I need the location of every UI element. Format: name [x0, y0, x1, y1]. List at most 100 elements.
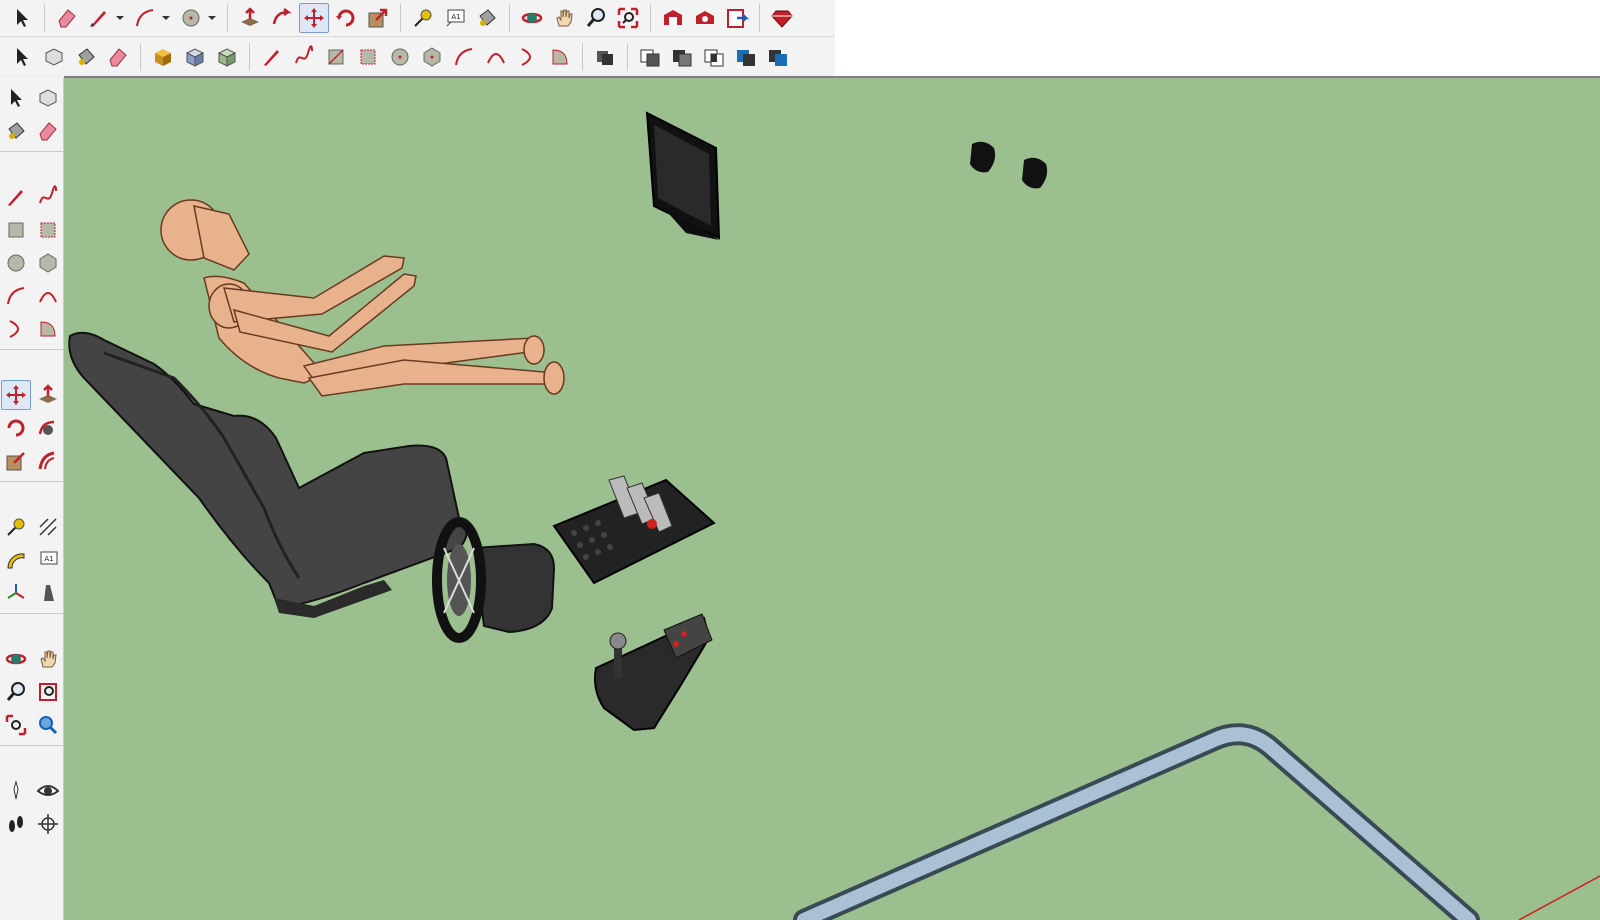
- rectangle-icon[interactable]: [321, 42, 351, 72]
- main-toolbar: A1: [0, 0, 835, 37]
- speaker-model: [970, 141, 1048, 189]
- three-point-arc-icon[interactable]: [1, 314, 31, 344]
- pencil-icon[interactable]: [84, 3, 114, 33]
- toolbar-separator: [627, 42, 628, 71]
- chevron-down-icon[interactable]: [207, 3, 217, 33]
- text-icon[interactable]: A1: [33, 545, 63, 575]
- pan-hand-icon[interactable]: [549, 3, 579, 33]
- xray-box-icon[interactable]: [212, 42, 242, 72]
- scale-icon[interactable]: [363, 3, 393, 33]
- subtract-icon[interactable]: [667, 42, 697, 72]
- text-tool-label: A1: [451, 13, 460, 21]
- freehand-icon[interactable]: [289, 42, 319, 72]
- dimension-icon[interactable]: [33, 512, 63, 542]
- rotated-rectangle-icon[interactable]: [33, 215, 63, 245]
- section-plane-icon[interactable]: [33, 578, 63, 608]
- follow-me-icon[interactable]: [33, 413, 63, 443]
- red-axis-line: [1518, 875, 1600, 920]
- offset-icon[interactable]: [33, 446, 63, 476]
- rotated-rectangle-icon[interactable]: [353, 42, 383, 72]
- secondary-toolbar: [0, 38, 835, 75]
- scale-icon[interactable]: [1, 446, 31, 476]
- ruby-gem-icon[interactable]: [767, 3, 797, 33]
- chevron-down-icon[interactable]: [161, 3, 171, 33]
- union-icon[interactable]: [635, 42, 665, 72]
- warehouse-icon[interactable]: [658, 3, 688, 33]
- move-icon[interactable]: [299, 3, 329, 33]
- orbit-icon[interactable]: [1, 644, 31, 674]
- crosshair-icon[interactable]: [33, 809, 63, 839]
- extension-warehouse-icon[interactable]: [690, 3, 720, 33]
- toolbar-separator: [140, 42, 141, 71]
- rotate-icon[interactable]: [1, 413, 31, 443]
- arc-icon[interactable]: [449, 42, 479, 72]
- shaded-box-icon[interactable]: [148, 42, 178, 72]
- push-pull-icon[interactable]: [33, 380, 63, 410]
- trim-icon[interactable]: [731, 42, 761, 72]
- pan-hand-icon[interactable]: [33, 644, 63, 674]
- push-pull-icon[interactable]: [235, 3, 265, 33]
- line-icon[interactable]: [257, 42, 287, 72]
- zoom-extents-icon[interactable]: [1, 710, 31, 740]
- intersect-icon[interactable]: [699, 42, 729, 72]
- textured-box-icon[interactable]: [180, 42, 210, 72]
- paint-bucket-icon[interactable]: [472, 3, 502, 33]
- move-icon[interactable]: [1, 380, 31, 410]
- model-scene: [68, 111, 1600, 920]
- tape-measure-icon[interactable]: [1, 512, 31, 542]
- toolbar-separator: [249, 42, 250, 71]
- freehand-icon[interactable]: [33, 182, 63, 212]
- make-component-icon[interactable]: [39, 42, 69, 72]
- tape-measure-icon[interactable]: [408, 3, 438, 33]
- polygon-icon[interactable]: [417, 42, 447, 72]
- rotate-icon[interactable]: [331, 3, 361, 33]
- toolbar-separator: [650, 4, 651, 32]
- protractor-icon[interactable]: [1, 545, 31, 575]
- arc-icon[interactable]: [1, 281, 31, 311]
- arc-icon[interactable]: [130, 3, 160, 33]
- title-area: [835, 0, 1600, 76]
- zoom-icon[interactable]: [1, 677, 31, 707]
- three-point-arc-icon[interactable]: [513, 42, 543, 72]
- circle-icon[interactable]: [385, 42, 415, 72]
- circle-icon[interactable]: [1, 248, 31, 278]
- palette-separator: [0, 151, 64, 158]
- outliner-icon[interactable]: [590, 42, 620, 72]
- orbit-icon[interactable]: [517, 3, 547, 33]
- rectangle-icon[interactable]: [1, 215, 31, 245]
- make-component-icon[interactable]: [33, 83, 63, 113]
- follow-me-icon[interactable]: [267, 3, 297, 33]
- select-arrow-icon[interactable]: [7, 3, 37, 33]
- eraser-icon[interactable]: [52, 3, 82, 33]
- zoom-icon[interactable]: [581, 3, 611, 33]
- eraser-icon[interactable]: [103, 42, 133, 72]
- look-around-icon[interactable]: [33, 776, 63, 806]
- paint-bucket-icon[interactable]: [1, 116, 31, 146]
- walk-icon[interactable]: [1, 809, 31, 839]
- split-icon[interactable]: [763, 42, 793, 72]
- select-arrow-icon[interactable]: [1, 83, 31, 113]
- zoom-extents-icon[interactable]: [613, 3, 643, 33]
- paint-bucket-icon[interactable]: [71, 42, 101, 72]
- two-point-arc-icon[interactable]: [481, 42, 511, 72]
- previous-view-icon[interactable]: [33, 710, 63, 740]
- eraser-icon[interactable]: [33, 116, 63, 146]
- two-point-arc-icon[interactable]: [33, 281, 63, 311]
- polygon-icon[interactable]: [33, 248, 63, 278]
- layout-icon[interactable]: [722, 3, 752, 33]
- text-icon[interactable]: A1: [440, 3, 470, 33]
- pie-icon[interactable]: [545, 42, 575, 72]
- chevron-down-icon[interactable]: [115, 3, 125, 33]
- circle-icon[interactable]: [176, 3, 206, 33]
- axes-icon[interactable]: [1, 578, 31, 608]
- toolbar-separator: [44, 4, 45, 32]
- toolbar-separator: [582, 42, 583, 71]
- model-viewport[interactable]: [64, 76, 1600, 920]
- line-icon[interactable]: [1, 182, 31, 212]
- palette-separator: [0, 349, 64, 356]
- zoom-window-icon[interactable]: [33, 677, 63, 707]
- select-arrow-icon[interactable]: [7, 42, 37, 72]
- gear-shifter-model: [594, 613, 713, 732]
- position-camera-icon[interactable]: [1, 776, 31, 806]
- pie-icon[interactable]: [33, 314, 63, 344]
